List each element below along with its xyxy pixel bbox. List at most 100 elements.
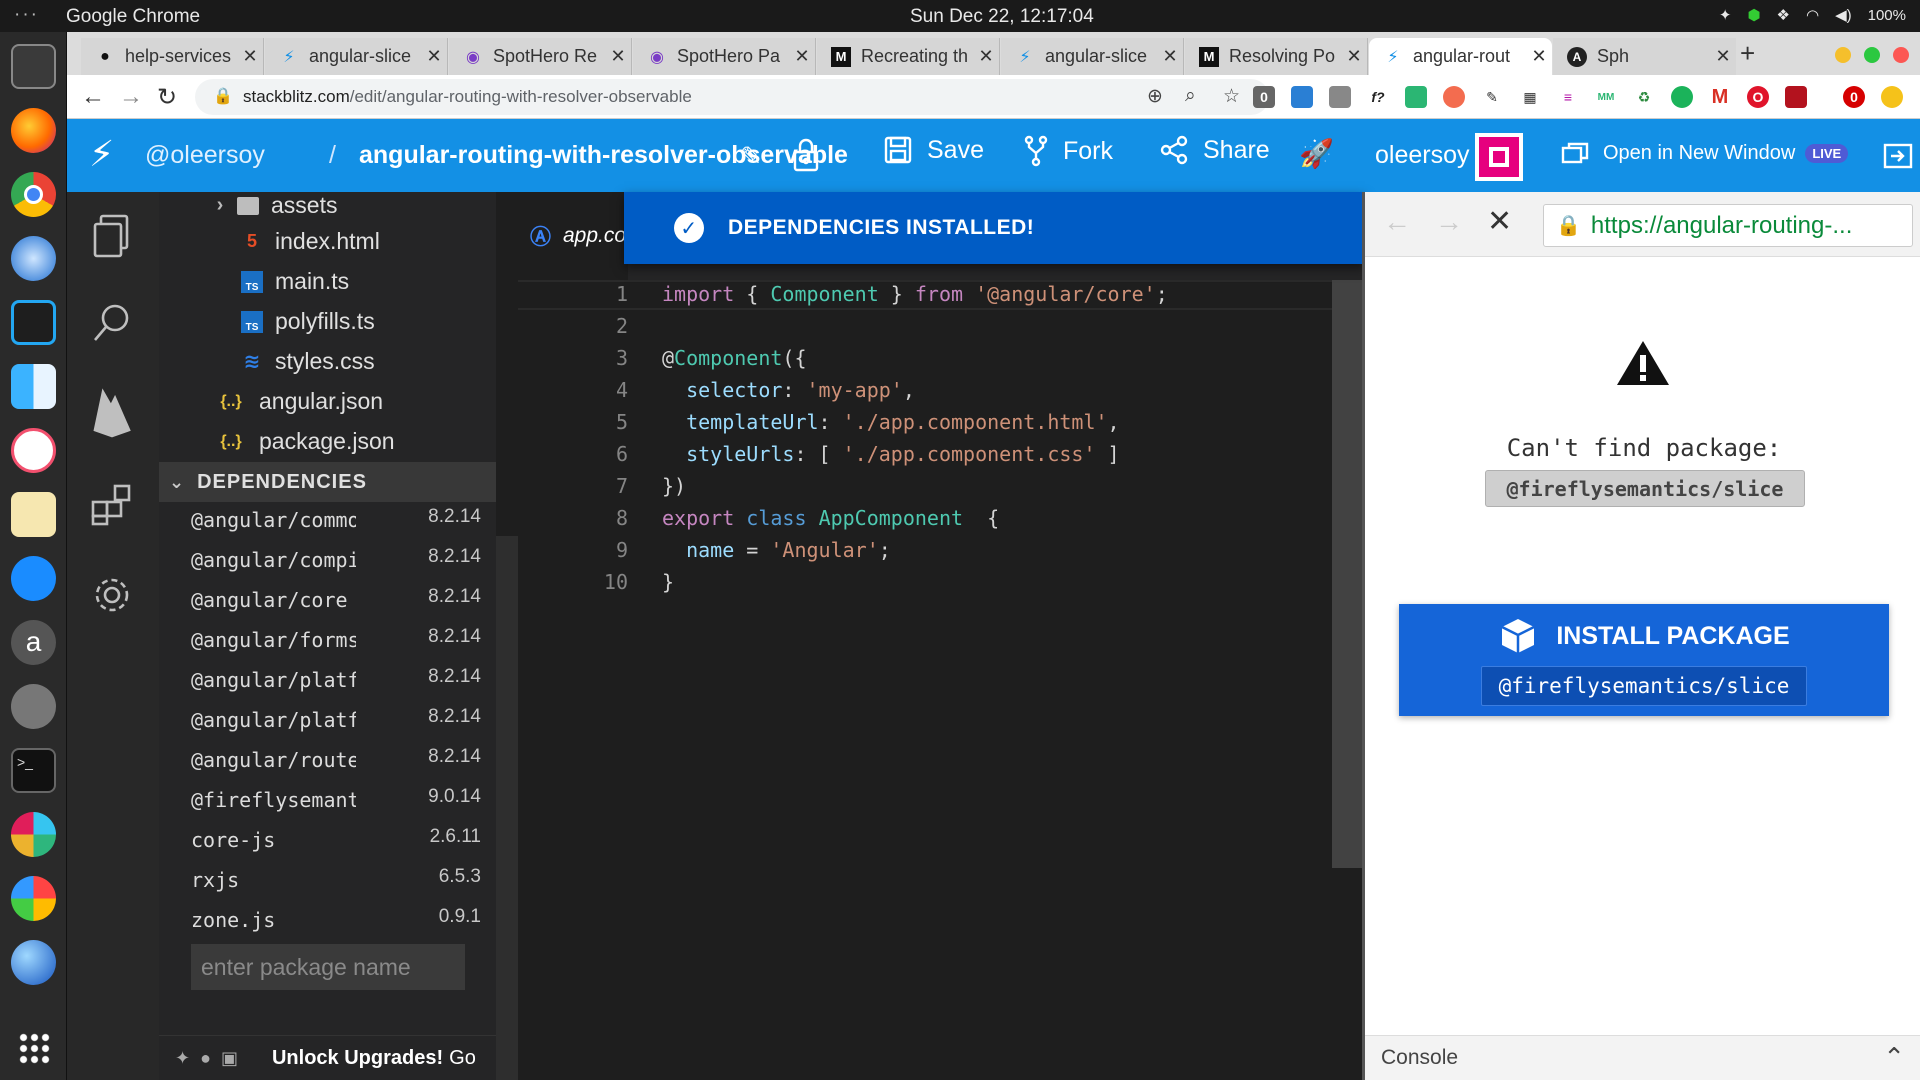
bookmark-star-icon[interactable]: ☆ xyxy=(1223,85,1240,108)
zoom-icon[interactable]: ⌕ xyxy=(1185,85,1196,107)
finder-icon[interactable] xyxy=(11,364,56,409)
close-tab-icon[interactable]: ✕ xyxy=(237,46,263,67)
photos-icon[interactable] xyxy=(11,876,56,921)
omnibox[interactable]: 🔒 stackblitz.com/edit/angular-routing-wi… xyxy=(195,79,1269,115)
app-grid-icon[interactable] xyxy=(18,1032,50,1064)
accessibility-icon[interactable]: ✦ xyxy=(1719,6,1732,24)
system-tray[interactable]: ✦ ⬢ ❖ ◠ ◀) 100% xyxy=(1719,6,1906,25)
browser-tab-active[interactable]: ⚡ angular-rout ✕ xyxy=(1369,38,1552,75)
url-text[interactable]: stackblitz.com/edit/angular-routing-with… xyxy=(243,87,692,107)
activities-icon[interactable]: ··· xyxy=(14,4,39,26)
minimize-button[interactable] xyxy=(1835,47,1851,63)
share-button[interactable]: Share xyxy=(1159,135,1270,165)
file-item-angular-json[interactable]: {..} angular.json xyxy=(215,388,383,415)
install-package-button[interactable]: INSTALL PACKAGE @fireflysemantics/slice xyxy=(1399,604,1889,716)
extension-icon[interactable]: 0 xyxy=(1253,86,1275,108)
edit-title-icon[interactable]: ✎ xyxy=(740,141,762,172)
wifi-icon[interactable]: ◠ xyxy=(1806,6,1819,24)
battery-level[interactable]: 100% xyxy=(1868,7,1906,24)
chevron-up-icon[interactable]: ⌃ xyxy=(1883,1042,1905,1073)
extension-icon[interactable]: ♻ xyxy=(1633,86,1655,108)
close-tab-icon[interactable]: ✕ xyxy=(1157,46,1183,67)
dependency-item[interactable]: @angular/core 8.2.14 xyxy=(191,580,481,620)
settings-gear-icon[interactable] xyxy=(89,572,135,618)
close-window-button[interactable] xyxy=(1893,47,1909,63)
preview-url-field[interactable]: 🔒 https://angular-routing-... xyxy=(1543,204,1913,247)
editor-tab-app-component[interactable]: Ⓐ app.component.ts xyxy=(518,192,628,280)
dependency-item[interactable]: rxjs 6.5.3 xyxy=(191,860,481,900)
discord-icon[interactable]: ▣ xyxy=(221,1048,238,1069)
extension-icon[interactable] xyxy=(1291,86,1313,108)
new-tab-icon[interactable]: + xyxy=(1740,38,1755,69)
vscode-icon[interactable] xyxy=(11,300,56,345)
dock-cast-icon[interactable] xyxy=(11,44,56,89)
preview-stop-icon[interactable]: ✕ xyxy=(1487,204,1512,239)
extension-icon[interactable] xyxy=(1785,86,1807,108)
dependency-item[interactable]: @angular/router 8.2.14 xyxy=(191,740,481,780)
browser-tab[interactable]: ⚡ angular-slice ✕ xyxy=(1001,38,1184,75)
file-item-package-json[interactable]: {..} package.json xyxy=(215,428,394,455)
extension-icon[interactable]: ✎ xyxy=(1481,86,1503,108)
browser-tab[interactable]: ● help-services ✕ xyxy=(81,38,264,75)
package-name-input[interactable] xyxy=(191,944,465,990)
browser-icon[interactable] xyxy=(11,940,56,985)
close-tab-icon[interactable]: ✕ xyxy=(421,46,447,67)
dependency-item[interactable]: zone.js 0.9.1 xyxy=(191,900,481,940)
collapse-preview-icon[interactable] xyxy=(1883,143,1913,169)
extensions-icon[interactable] xyxy=(89,482,135,528)
extension-icon[interactable]: MM xyxy=(1595,86,1617,108)
files-icon[interactable] xyxy=(89,212,135,260)
firefox-icon[interactable] xyxy=(11,108,56,153)
folder-item-assets[interactable]: › assets xyxy=(209,192,338,219)
project-title[interactable]: angular-routing-with-resolver-observable xyxy=(359,141,848,170)
dropbox-icon[interactable]: ❖ xyxy=(1777,6,1790,24)
opera-icon[interactable]: O xyxy=(1747,86,1769,108)
dependency-item[interactable]: core-js 2.6.11 xyxy=(191,820,481,860)
text-editor-icon[interactable] xyxy=(11,492,56,537)
close-tab-icon[interactable]: ✕ xyxy=(605,46,631,67)
extension-icon[interactable] xyxy=(1881,86,1903,108)
dependencies-header[interactable]: ⌄ DEPENDENCIES xyxy=(159,462,496,502)
preview-back-icon[interactable]: ← xyxy=(1383,206,1411,238)
extension-icon[interactable] xyxy=(1671,86,1693,108)
preview-forward-icon[interactable]: → xyxy=(1435,206,1463,238)
code-editor[interactable]: 1 2 3 4 5 6 7 8 9 10 import { Component … xyxy=(518,280,1362,1080)
extension-icon[interactable]: ▦ xyxy=(1519,86,1541,108)
close-tab-icon[interactable]: ✕ xyxy=(789,46,815,67)
project-owner-link[interactable]: @oleersoy xyxy=(145,141,265,170)
maximize-button[interactable] xyxy=(1864,47,1880,63)
editor-scrollbar[interactable] xyxy=(1332,280,1362,868)
lock-icon[interactable]: 🔒 xyxy=(213,86,233,106)
settings-app-icon[interactable] xyxy=(11,684,56,729)
open-new-window-button[interactable]: Open in New Window LIVE xyxy=(1561,141,1849,165)
search-icon[interactable] xyxy=(89,300,135,346)
forward-icon[interactable]: → xyxy=(119,83,143,111)
browser-tab[interactable]: M Recreating th ✕ xyxy=(817,38,1000,75)
music-icon[interactable] xyxy=(11,428,56,473)
file-item-polyfills-ts[interactable]: TS polyfills.ts xyxy=(241,308,375,335)
close-tab-icon[interactable]: ✕ xyxy=(1526,46,1552,67)
extension-icon[interactable] xyxy=(1329,86,1351,108)
fork-button[interactable]: Fork xyxy=(1023,135,1113,167)
twitter-icon[interactable]: ✦ xyxy=(175,1048,190,1069)
username[interactable]: oleersoy xyxy=(1375,141,1470,170)
avatar[interactable] xyxy=(1475,133,1523,181)
dependency-item[interactable]: @angular/common 8.2.14 xyxy=(191,500,481,540)
extension-icon[interactable] xyxy=(1405,86,1427,108)
gmail-icon[interactable]: M xyxy=(1709,86,1731,108)
dependency-item[interactable]: @angular/forms 8.2.14 xyxy=(191,620,481,660)
extension-icon[interactable] xyxy=(1443,86,1465,108)
thunderbird-icon[interactable] xyxy=(11,236,56,281)
lock-icon[interactable] xyxy=(791,137,821,173)
dependency-item[interactable]: @angular/platform-browser-dynamic 8.2.14 xyxy=(191,700,481,740)
github-icon[interactable]: ● xyxy=(200,1048,211,1069)
volume-icon[interactable]: ◀) xyxy=(1835,6,1852,24)
app-store-icon[interactable] xyxy=(11,556,56,601)
extension-icon[interactable]: 0 xyxy=(1843,86,1865,108)
file-item-main-ts[interactable]: TS main.ts xyxy=(241,268,349,295)
firebase-icon[interactable] xyxy=(89,388,135,438)
amazon-icon[interactable]: a xyxy=(11,620,56,665)
dependency-item[interactable]: @angular/platform-browser 8.2.14 xyxy=(191,660,481,700)
dependency-item[interactable]: @angular/compiler 8.2.14 xyxy=(191,540,481,580)
browser-tab[interactable]: ⚡ angular-slice ✕ xyxy=(265,38,448,75)
